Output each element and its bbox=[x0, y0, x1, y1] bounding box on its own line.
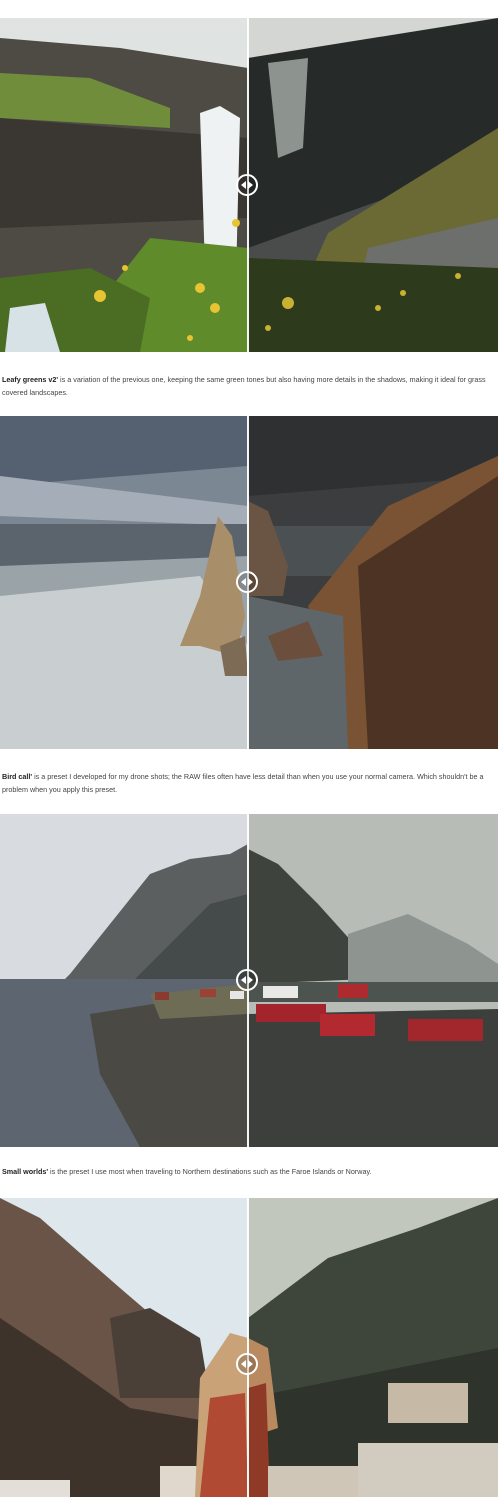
before-image bbox=[0, 18, 248, 352]
preset-name: Leafy greens v2' bbox=[2, 375, 59, 384]
preset-description: is a variation of the previous one, keep… bbox=[2, 375, 486, 397]
before-after-slider-village[interactable] bbox=[0, 814, 498, 1147]
before-after-slider-canyon[interactable] bbox=[0, 1198, 498, 1497]
caption-small-worlds: Small worlds' is the preset I use most w… bbox=[0, 1147, 498, 1198]
compare-arrows-icon bbox=[241, 976, 253, 984]
before-image bbox=[0, 416, 248, 749]
preset-description: is a preset I developed for my drone sho… bbox=[2, 772, 484, 794]
before-image bbox=[0, 1198, 248, 1497]
slider-handle[interactable] bbox=[236, 174, 258, 196]
caption-leafy-greens: Leafy greens v2' is a variation of the p… bbox=[0, 352, 498, 416]
preset-name: Small worlds' bbox=[2, 1167, 49, 1176]
compare-arrows-icon bbox=[241, 1360, 253, 1368]
compare-arrows-icon bbox=[241, 181, 253, 189]
before-after-slider-waterfall[interactable] bbox=[0, 18, 498, 352]
after-image bbox=[248, 814, 498, 1147]
after-image bbox=[248, 1198, 498, 1497]
after-image bbox=[248, 416, 498, 749]
slider-handle[interactable] bbox=[236, 1353, 258, 1375]
slider-handle[interactable] bbox=[236, 571, 258, 593]
caption-bird-call: Bird call' is a preset I developed for m… bbox=[0, 749, 498, 814]
top-spacer bbox=[0, 0, 498, 18]
before-after-slider-seastack[interactable] bbox=[0, 416, 498, 749]
preset-description: is the preset I use most when traveling … bbox=[48, 1167, 372, 1176]
before-image bbox=[0, 814, 248, 1147]
compare-arrows-icon bbox=[241, 578, 253, 586]
slider-handle[interactable] bbox=[236, 969, 258, 991]
after-image bbox=[248, 18, 498, 352]
slider-divider[interactable] bbox=[247, 1198, 249, 1497]
preset-name: Bird call' bbox=[2, 772, 33, 781]
